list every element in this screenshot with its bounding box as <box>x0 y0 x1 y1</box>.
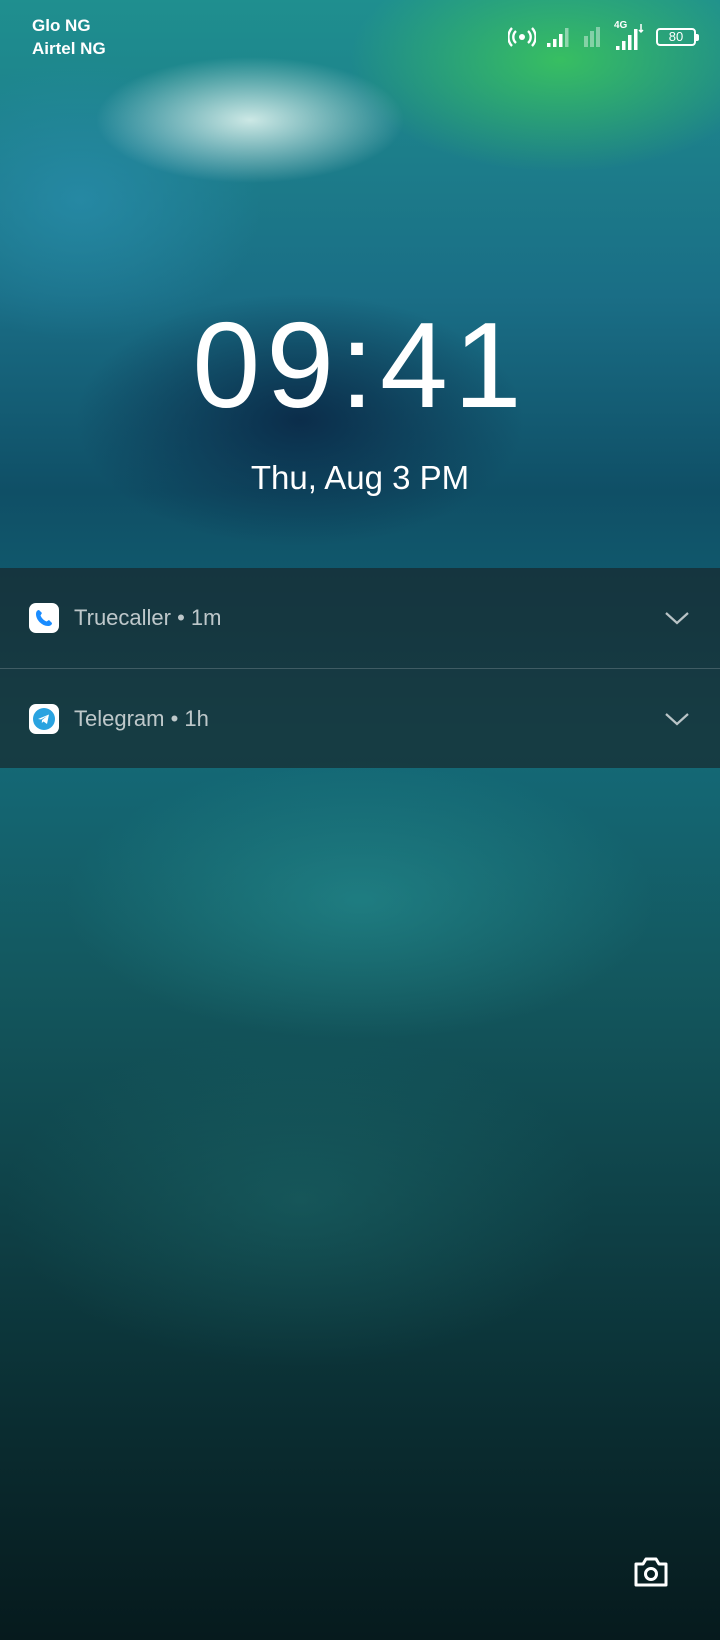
carrier-1: Glo NG <box>32 16 91 35</box>
chevron-down-icon[interactable] <box>664 711 690 727</box>
notification-telegram[interactable]: Telegram • 1h <box>0 668 720 768</box>
battery-icon: 80 <box>656 28 699 46</box>
notification-label: Telegram • 1h <box>74 705 209 731</box>
signal-icon <box>582 26 602 48</box>
truecaller-icon <box>29 603 59 633</box>
signal-icon <box>546 26 572 48</box>
notification-label: Truecaller • 1m <box>74 605 222 630</box>
clock-date: Thu, Aug 3 PM <box>250 459 470 496</box>
status-icons: 4G 80 <box>508 20 699 52</box>
lockscreen: Glo NG Airtel NG 4G 80 09:41 Thu, Aug 3 … <box>0 0 720 1640</box>
carrier-2: Airtel NG <box>32 39 106 58</box>
hotspot-icon <box>508 25 536 49</box>
notification-truecaller[interactable]: Truecaller • 1m <box>0 568 720 668</box>
camera-icon[interactable] <box>632 1555 670 1589</box>
clock-time: 09:41 <box>192 297 528 433</box>
notification-list: Truecaller • 1m Telegram • 1h <box>0 568 720 768</box>
telegram-icon <box>29 703 59 734</box>
status-bar: Glo NG Airtel NG 4G 80 <box>0 0 720 70</box>
chevron-down-icon[interactable] <box>664 610 690 626</box>
signal-icon: 4G <box>612 20 646 52</box>
carrier-names: Glo NG Airtel NG <box>32 14 106 60</box>
battery-level: 80 <box>668 29 684 44</box>
